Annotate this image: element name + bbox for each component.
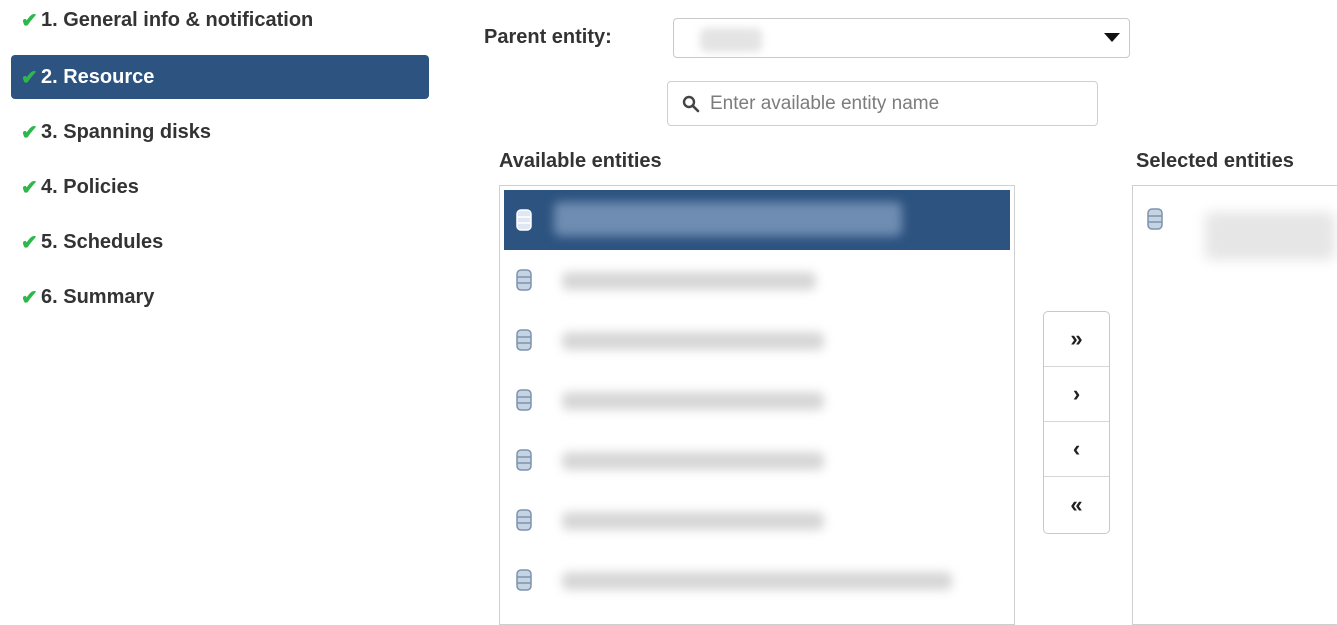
entity-name-redacted	[562, 572, 952, 590]
check-icon: ✔	[21, 121, 38, 144]
entity-name-redacted	[562, 452, 824, 470]
entity-name-redacted	[562, 332, 824, 350]
step-summary[interactable]: ✔ 6. Summary	[11, 275, 429, 319]
database-icon	[516, 569, 532, 591]
chevron-down-icon[interactable]	[1104, 33, 1120, 42]
entity-name-redacted	[562, 392, 824, 410]
entity-name-redacted	[1205, 212, 1335, 260]
remove-all-button[interactable]: «	[1044, 477, 1109, 532]
database-icon	[516, 389, 532, 411]
check-icon: ✔	[21, 66, 38, 89]
database-icon	[1147, 208, 1163, 230]
step-general-info[interactable]: ✔ 1. General info & notification	[11, 0, 429, 40]
list-item[interactable]	[504, 370, 1010, 430]
list-item[interactable]	[504, 310, 1010, 370]
list-item[interactable]	[504, 250, 1010, 310]
selected-entities-heading: Selected entities	[1136, 150, 1294, 172]
parent-entity-select[interactable]	[673, 18, 1130, 58]
parent-entity-label: Parent entity:	[484, 26, 612, 48]
check-icon: ✔	[21, 231, 38, 254]
list-item[interactable]	[504, 490, 1010, 550]
list-item[interactable]	[1133, 186, 1337, 266]
parent-entity-value-redacted	[700, 28, 762, 52]
available-entities-heading: Available entities	[499, 150, 662, 172]
step-schedules[interactable]: ✔ 5. Schedules	[11, 220, 429, 264]
step-label: 4. Policies	[41, 175, 139, 198]
remove-selected-button[interactable]: ‹	[1044, 422, 1109, 477]
entity-search-box[interactable]	[667, 81, 1098, 126]
entity-name-redacted	[562, 512, 824, 530]
check-icon: ✔	[21, 286, 38, 309]
selected-entities-list[interactable]	[1132, 185, 1337, 625]
step-policies[interactable]: ✔ 4. Policies	[11, 165, 429, 209]
add-selected-button[interactable]: ›	[1044, 367, 1109, 422]
database-icon	[516, 509, 532, 531]
database-icon	[516, 269, 532, 291]
check-icon: ✔	[21, 176, 38, 199]
transfer-button-group: » › ‹ «	[1043, 311, 1110, 534]
step-resource[interactable]: ✔ 2. Resource	[11, 55, 429, 99]
available-entities-list[interactable]	[499, 185, 1015, 625]
step-label: 6. Summary	[41, 285, 155, 308]
list-item[interactable]	[504, 550, 1010, 610]
check-icon: ✔	[21, 9, 38, 32]
step-label: 2. Resource	[41, 65, 155, 88]
database-icon	[516, 329, 532, 351]
database-icon	[516, 209, 532, 231]
add-all-button[interactable]: »	[1044, 312, 1109, 367]
list-item[interactable]	[504, 190, 1010, 250]
search-input[interactable]	[708, 91, 1072, 116]
wizard-steps: ✔ 1. General info & notification ✔ 2. Re…	[11, 0, 429, 330]
list-item[interactable]	[504, 430, 1010, 490]
step-spanning-disks[interactable]: ✔ 3. Spanning disks	[11, 110, 429, 154]
step-label: 1. General info & notification	[41, 8, 314, 31]
database-icon	[516, 449, 532, 471]
entity-name-redacted	[554, 202, 902, 236]
search-icon	[682, 95, 700, 112]
entity-name-redacted	[562, 272, 816, 290]
step-label: 5. Schedules	[41, 230, 164, 253]
step-label: 3. Spanning disks	[41, 120, 212, 143]
